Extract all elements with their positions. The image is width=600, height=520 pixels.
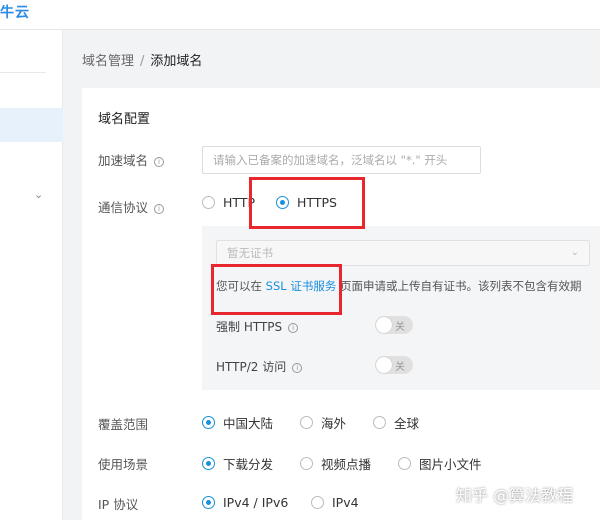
radio-label: 中国大陆 <box>223 416 274 431</box>
domain-label: 加速域名 i <box>98 150 165 169</box>
scenario-radio-download[interactable]: 下载分发 <box>202 454 273 473</box>
chevron-down-icon: ⌄ <box>570 247 579 258</box>
scenario-radio-vod[interactable]: 视频点播 <box>300 454 371 473</box>
coverage-radio-overseas[interactable]: 海外 <box>300 413 346 432</box>
scenario-radio-images[interactable]: 图片小文件 <box>398 454 482 473</box>
top-bar: 牛云 <box>0 0 600 30</box>
protocol-label: 通信协议 i <box>98 197 165 216</box>
certificate-placeholder: 暂无证书 <box>227 246 273 260</box>
protocol-radio-http[interactable]: HTTP <box>202 195 255 210</box>
help-icon[interactable]: i <box>154 157 165 167</box>
ip-radio-dual[interactable]: IPv4 / IPv6 <box>202 495 288 510</box>
chevron-down-icon[interactable]: ⌄ <box>34 188 43 201</box>
watermark: 知乎 @算法教程 <box>456 486 574 505</box>
radio-circle-icon <box>373 416 386 429</box>
certificate-select[interactable]: 暂无证书 ⌄ <box>216 240 590 266</box>
coverage-label: 覆盖范围 <box>98 417 149 432</box>
radio-circle-icon <box>202 196 215 209</box>
domain-label-text: 加速域名 <box>98 153 149 168</box>
domain-input[interactable] <box>202 146 481 174</box>
radio-selected-icon <box>202 496 215 509</box>
coverage-radio-global[interactable]: 全球 <box>373 413 419 432</box>
toggle-text: 关 <box>395 322 405 333</box>
section-title: 域名配置 <box>98 112 151 127</box>
http2-toggle[interactable]: 关 <box>375 356 413 374</box>
toggle-knob <box>376 317 392 333</box>
highlight-box-ssl-link <box>211 264 342 315</box>
sidebar-divider <box>0 72 46 73</box>
note-text-after: 页面申请或上传自有证书。该列表不包含有效期 <box>339 279 582 293</box>
radio-label: 图片小文件 <box>419 457 482 472</box>
breadcrumb-domain-management[interactable]: 域名管理 <box>82 54 134 69</box>
force-https-toggle[interactable]: 关 <box>375 316 413 334</box>
force-https-label-text: 强制 HTTPS <box>216 320 283 334</box>
coverage-radio-mainland[interactable]: 中国大陆 <box>202 413 273 432</box>
help-icon[interactable]: i <box>292 363 303 373</box>
highlight-box-https <box>249 177 365 229</box>
sidebar: ⌄ <box>0 30 63 520</box>
http2-label: HTTP/2 访问 i <box>216 358 303 375</box>
radio-circle-icon <box>300 457 313 470</box>
help-icon[interactable]: i <box>154 204 165 214</box>
sidebar-item-active[interactable] <box>0 108 63 142</box>
help-icon[interactable]: i <box>288 323 299 333</box>
http2-label-text: HTTP/2 访问 <box>216 360 287 374</box>
radio-circle-icon <box>311 496 324 509</box>
radio-label: IPv4 <box>332 495 359 510</box>
radio-label: 全球 <box>394 416 420 431</box>
toggle-knob <box>376 357 392 373</box>
toggle-text: 关 <box>395 362 405 373</box>
logo[interactable]: 牛云 <box>0 2 30 22</box>
radio-circle-icon <box>300 416 313 429</box>
ip-radio-ipv4[interactable]: IPv4 <box>311 495 359 510</box>
radio-label: 海外 <box>321 416 347 431</box>
ip-protocol-label: IP 协议 <box>98 497 139 512</box>
radio-label: IPv4 / IPv6 <box>223 495 289 510</box>
scenario-label: 使用场景 <box>98 457 149 472</box>
breadcrumb-separator: / <box>140 54 145 69</box>
radio-circle-icon <box>398 457 411 470</box>
radio-label: 视频点播 <box>321 457 372 472</box>
radio-selected-icon <box>202 457 215 470</box>
breadcrumb: 域名管理 / 添加域名 <box>82 50 202 69</box>
radio-selected-icon <box>202 416 215 429</box>
breadcrumb-current: 添加域名 <box>150 54 203 69</box>
radio-label: 下载分发 <box>223 457 274 472</box>
protocol-label-text: 通信协议 <box>98 200 149 215</box>
force-https-label: 强制 HTTPS i <box>216 318 299 335</box>
